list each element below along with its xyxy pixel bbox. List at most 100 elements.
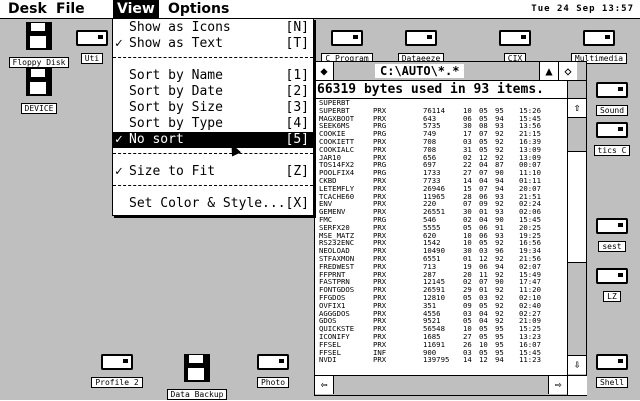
menu-file[interactable]: File	[52, 0, 89, 18]
menu-item-sort-by-date[interactable]: Sort by Date [2]	[113, 84, 313, 100]
menu-item-sort-by-type[interactable]: Sort by Type [4]	[113, 116, 313, 132]
hard-drive-icon	[405, 30, 437, 46]
desktop-icon-tics-c[interactable]: tics C	[586, 122, 638, 157]
file-list[interactable]: SUPERBT SUPERBT PRX 76114 10 05 95 15:26 MAGXBOO…	[315, 99, 567, 375]
desktop-icon-label: sest	[598, 241, 626, 252]
desktop-icon-photo[interactable]: Photo	[248, 354, 298, 389]
scroll-up-icon[interactable]: ⇧	[568, 98, 586, 118]
document-icon	[596, 218, 628, 234]
desktop-icon-label: tics C	[593, 145, 631, 156]
menu-item-shortcut: [Z]	[285, 164, 309, 179]
hard-drive-icon	[596, 82, 628, 98]
file-year: 94	[495, 355, 504, 365]
file-day: 14	[463, 355, 472, 365]
checkmark: ✓	[115, 36, 123, 51]
menu-item-label: Show as Text	[129, 36, 223, 51]
view-menu-dropdown: Show as Icons [N] ✓ Show as Text [T] Sor…	[112, 18, 314, 216]
backdrop-icon[interactable]: ▲	[539, 62, 558, 80]
menu-item-label: Sort by Date	[129, 84, 223, 99]
full-box-icon[interactable]: ◇	[558, 62, 577, 80]
menu-item-shortcut: [4]	[285, 116, 309, 131]
globe-icon	[101, 354, 133, 370]
desktop-icon-label: Floppy Disk	[8, 57, 70, 68]
desktop-icon-cix[interactable]: CIX	[478, 30, 552, 65]
menu-item-shortcut: [N]	[285, 20, 309, 35]
floppy-icon	[26, 68, 52, 96]
desktop-icon-profile-2[interactable]: Profile 2	[80, 354, 154, 389]
floppy-icon	[184, 354, 210, 382]
desktop-icon-label: DEVICE	[20, 103, 58, 114]
menu-separator	[113, 153, 313, 154]
menu-item-sort-by-name[interactable]: Sort by Name [1]	[113, 68, 313, 84]
menu-item-set-color-style[interactable]: Set Color & Style... [X]	[113, 196, 313, 212]
desktop-icon-lz[interactable]: LZ	[586, 268, 638, 303]
desktop-icon-dataeeze[interactable]: Dataeeze	[384, 30, 458, 65]
menu-item-label: Sort by Type	[129, 116, 223, 131]
desktop-icon-label: LZ	[603, 291, 621, 302]
menu-separator	[113, 185, 313, 186]
desktop-icon-label: Sound	[595, 105, 629, 116]
desktop-icon-device[interactable]: DEVICE	[2, 68, 76, 115]
menu-item-label: Set Color & Style...	[129, 196, 286, 211]
vertical-scroll-thumb[interactable]	[568, 151, 586, 263]
hard-drive-icon	[583, 30, 615, 46]
desktop-icon-uti[interactable]: Uti	[70, 30, 114, 65]
checkmark: ✓	[115, 132, 123, 147]
window-title: C:\AUTO\*.*	[375, 64, 465, 78]
menu-item-shortcut: [5]	[285, 132, 309, 147]
menu-item-no-sort[interactable]: ✓ No sort [5]	[113, 132, 313, 148]
menu-item-shortcut: [T]	[285, 36, 309, 51]
checkmark: ✓	[115, 164, 123, 179]
menu-separator	[113, 57, 313, 58]
menu-item-sort-by-size[interactable]: Sort by Size [3]	[113, 100, 313, 116]
desktop-icon-multimedia[interactable]: Multimedia	[562, 30, 636, 65]
hard-drive-icon	[331, 30, 363, 46]
desktop-icon-sound[interactable]: Sound	[586, 82, 638, 117]
menu-item-label: Show as Icons	[129, 20, 231, 35]
menu-item-shortcut: [3]	[285, 100, 309, 115]
directory-window: ◆ C:\AUTO\*.* ▲ ◇ 66319 bytes used in 93…	[314, 61, 587, 396]
desktop-icon-label: Shell	[595, 377, 629, 388]
horizontal-scrollbar[interactable]: ⇦ ⇨	[315, 375, 567, 395]
scroll-right-icon[interactable]: ⇨	[548, 376, 567, 394]
file-month: 12	[479, 355, 488, 365]
close-box-icon[interactable]: ◆	[315, 62, 334, 80]
menu-item-label: Size to Fit	[129, 164, 216, 179]
menu-item-label: Sort by Name	[129, 68, 223, 83]
resize-icon[interactable]	[567, 375, 587, 395]
desktop-icon-label: Profile 2	[91, 377, 143, 388]
document-icon	[257, 354, 289, 370]
menu-item-size-to-fit[interactable]: ✓ Size to Fit [Z]	[113, 164, 313, 180]
hard-drive-icon	[76, 30, 108, 46]
desktop-icon-shell[interactable]: Shell	[586, 354, 638, 389]
desktop-icon-label: Photo	[256, 377, 290, 388]
menu-item-shortcut: [X]	[285, 196, 309, 211]
desktop-icon-floppy-disk[interactable]: Floppy Disk	[2, 22, 76, 69]
window-titlebar[interactable]: ◆ C:\AUTO\*.* ▲ ◇	[315, 62, 586, 81]
vertical-scrollbar[interactable]: ⇧ ⇩	[567, 81, 587, 375]
desktop-icon-sest[interactable]: sest	[586, 218, 638, 253]
file-time: 11:23	[519, 355, 541, 365]
desktop-icon-data-backup[interactable]: Data Backup	[160, 354, 234, 401]
file-ext: PRX	[373, 355, 387, 365]
clock: Tue 24 Sep 13:57	[531, 4, 634, 14]
desktop-icon-label: Uti	[80, 53, 104, 64]
menu-item-shortcut: [1]	[285, 68, 309, 83]
file-size: 139795	[423, 355, 450, 365]
menu-item-shortcut: [2]	[285, 84, 309, 99]
scroll-down-icon[interactable]: ⇩	[568, 355, 586, 374]
diamond-icon	[596, 268, 628, 284]
menu-view[interactable]: View	[113, 0, 159, 18]
file-row[interactable]: NVDI PRX 139795 14 12 94 11:23	[315, 356, 567, 364]
menu-options[interactable]: Options	[164, 0, 233, 18]
menu-desk[interactable]: Desk	[4, 0, 51, 18]
file-name: NVDI	[319, 355, 337, 365]
window-info-line: 66319 bytes used in 93 items.	[315, 81, 569, 99]
scroll-left-icon[interactable]: ⇦	[315, 376, 334, 394]
menu-item-label: No sort	[129, 132, 184, 147]
menu-item-show-as-text[interactable]: ✓ Show as Text [T]	[113, 36, 313, 52]
menu-item-show-as-icons[interactable]: Show as Icons [N]	[113, 20, 313, 36]
menu-item-label: Sort by Size	[129, 100, 223, 115]
desktop-icon-c-program[interactable]: C Program	[310, 30, 384, 65]
desktop-icon-label: Data Backup	[166, 389, 228, 400]
